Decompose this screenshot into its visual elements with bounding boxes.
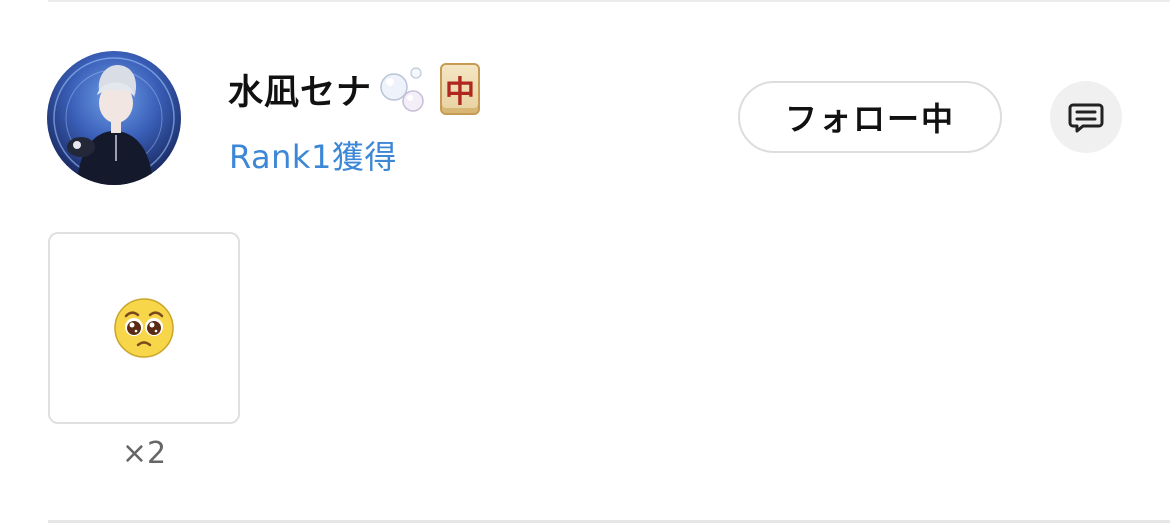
username-row: 水凪セナ 中 [228,62,481,116]
avatar[interactable] [47,51,181,185]
message-icon [1068,103,1104,133]
bottom-divider [48,520,1170,523]
message-button[interactable] [1050,81,1122,153]
reaction-card[interactable] [48,232,240,424]
user-reaction-panel: 水凪セナ 中 Rank1獲得 フォロー中 ×2 [0,0,1170,530]
avatar-image [53,57,175,185]
following-button[interactable]: フォロー中 [738,81,1002,153]
top-divider [48,0,1170,2]
pleading-face-icon [114,298,174,358]
reaction-count: ×2 [121,436,167,471]
username[interactable]: 水凪セナ [228,64,372,115]
mahjong-red-dragon-icon: 中 [440,63,481,115]
bubbles-icon [380,67,424,112]
rank-label: Rank1獲得 [229,138,397,176]
